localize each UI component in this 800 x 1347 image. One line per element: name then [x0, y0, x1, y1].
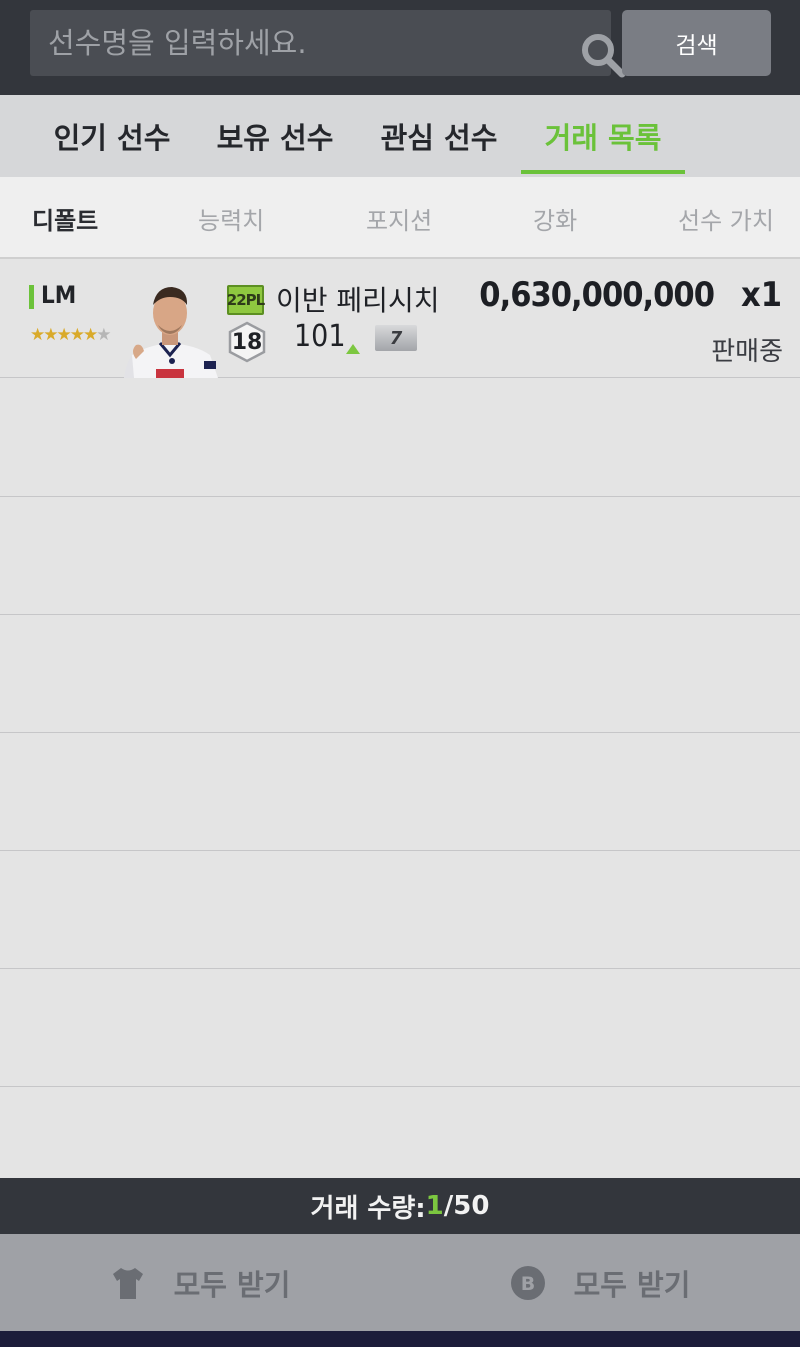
trade-list: LM ★★★★★★ 22PL 이반 페리시치 18 101 7 0,630,00… — [0, 259, 800, 1178]
sort-bar: 디폴트 능력치 포지션 강화 선수 가치 — [0, 177, 800, 259]
tab-popular-players[interactable]: 인기 선수 — [30, 95, 194, 177]
trade-status: 판매중 — [711, 337, 783, 367]
market-tabs: 인기 선수 보유 선수 관심 선수 거래 목록 — [0, 95, 800, 177]
active-tab-indicator — [521, 170, 685, 174]
position-color-bar — [29, 285, 34, 309]
bottom-action-bar: 모두 받기 B 모두 받기 — [0, 1234, 800, 1331]
shirt-icon — [112, 1267, 143, 1299]
empty-trade-row — [0, 496, 800, 615]
ovr-up-arrow-icon — [346, 344, 360, 354]
search-header: 검색 — [0, 0, 800, 95]
claim-all-players-label: 모두 받기 — [173, 1267, 291, 1302]
upgrade-level-badge: 7 — [375, 325, 417, 351]
season-badge: 22PL — [227, 285, 265, 315]
player-position: LM — [41, 281, 77, 309]
svg-text:B: B — [520, 1273, 534, 1295]
claim-all-players-button[interactable]: 모두 받기 — [0, 1234, 400, 1331]
trade-count-current: 1 — [425, 1191, 444, 1221]
player-search-input[interactable] — [30, 10, 550, 76]
claim-all-bp-label: 모두 받기 — [573, 1267, 691, 1302]
empty-trade-row — [0, 378, 800, 497]
tab-owned-players[interactable]: 보유 선수 — [193, 95, 357, 177]
bottom-edge-strip — [0, 1331, 800, 1347]
sort-upgrade[interactable]: 강화 — [533, 177, 577, 259]
player-name: 이반 페리시치 — [276, 284, 440, 317]
player-portrait — [124, 287, 218, 378]
player-grade: 18 — [231, 329, 263, 355]
trade-price: 0,630,000,000 — [479, 275, 715, 315]
empty-trade-row — [0, 732, 800, 851]
empty-trade-row — [0, 850, 800, 969]
sort-position[interactable]: 포지션 — [366, 177, 432, 259]
search-box — [30, 10, 626, 78]
trade-quantity: x1 — [740, 275, 782, 315]
bp-coin-icon: B — [510, 1265, 545, 1300]
empty-trade-row — [0, 968, 800, 1087]
search-button[interactable]: 검색 — [622, 10, 771, 76]
skill-stars: ★★★★★★ — [30, 325, 111, 345]
empty-trade-row — [0, 614, 800, 733]
sort-ability[interactable]: 능력치 — [198, 177, 264, 259]
sort-default[interactable]: 디폴트 — [32, 177, 98, 259]
claim-all-bp-button[interactable]: B 모두 받기 — [400, 1234, 800, 1331]
trade-count-total: /50 — [443, 1191, 490, 1221]
trade-count-label: 거래 수량: — [310, 1193, 426, 1224]
player-ovr: 101 — [294, 319, 346, 354]
sort-player-value[interactable]: 선수 가치 — [678, 177, 774, 259]
trade-count-bar: 거래 수량: 1 /50 — [0, 1178, 800, 1234]
trade-row[interactable]: LM ★★★★★★ 22PL 이반 페리시치 18 101 7 0,630,00… — [0, 259, 800, 378]
tab-trade-list[interactable]: 거래 목록 — [521, 95, 685, 177]
tab-watched-players[interactable]: 관심 선수 — [357, 95, 521, 177]
search-icon[interactable] — [578, 30, 628, 80]
